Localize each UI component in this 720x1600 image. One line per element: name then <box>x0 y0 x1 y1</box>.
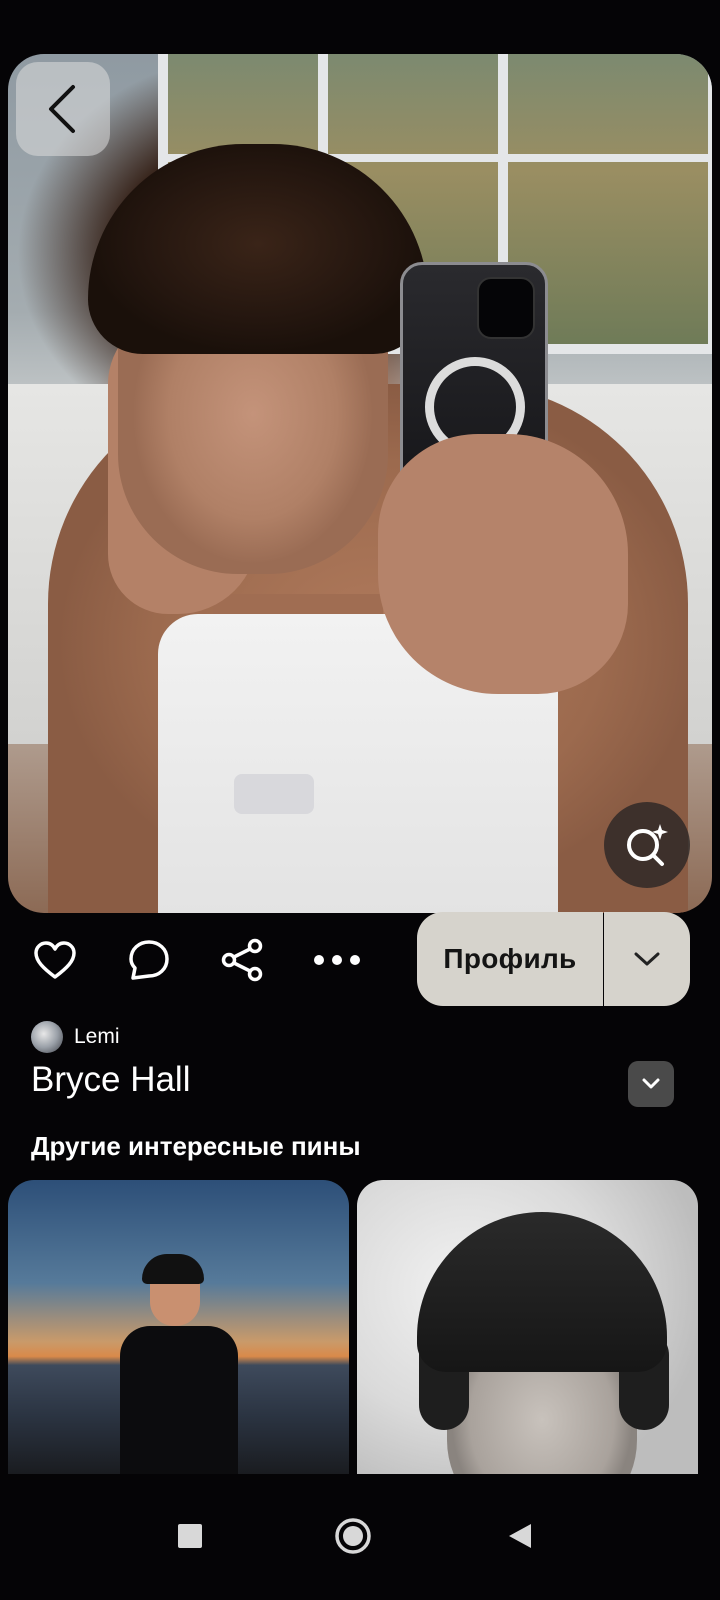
home-button[interactable] <box>327 1510 379 1562</box>
triangle-back-icon <box>509 1524 531 1548</box>
more-icon <box>314 955 360 965</box>
pin-title: Bryce Hall <box>31 1060 191 1099</box>
share-button[interactable] <box>217 934 269 986</box>
pin-actions: Профиль <box>0 912 720 1008</box>
heart-icon <box>34 941 76 979</box>
profile-dropdown-button[interactable] <box>604 912 690 1006</box>
back-nav-button[interactable] <box>494 1510 546 1562</box>
recents-button[interactable] <box>164 1510 216 1562</box>
square-icon <box>178 1524 202 1548</box>
pin-detail-screen: Профиль Lemi Bryce Hall Другие интересны… <box>0 0 720 1600</box>
back-button[interactable] <box>16 62 110 156</box>
author-name[interactable]: Lemi <box>74 1025 120 1049</box>
related-pins-heading: Другие интересные пины <box>31 1131 361 1161</box>
visual-search-button[interactable] <box>604 802 690 888</box>
comment-button[interactable] <box>123 934 175 986</box>
pin-image[interactable] <box>8 54 712 913</box>
chevron-down-icon <box>634 952 660 966</box>
related-pin[interactable] <box>8 1180 349 1474</box>
chevron-left-icon <box>49 85 75 133</box>
avatar[interactable] <box>31 1021 63 1053</box>
chevron-down-icon <box>642 1078 660 1089</box>
comment-icon <box>129 940 169 980</box>
visual-search-icon <box>627 824 668 866</box>
profile-button[interactable]: Профиль <box>417 912 603 1006</box>
share-icon <box>221 938 263 982</box>
system-navigation-bar <box>0 1474 720 1600</box>
like-button[interactable] <box>29 934 81 986</box>
circle-icon <box>335 1518 371 1554</box>
more-button[interactable] <box>311 934 363 986</box>
related-pin[interactable] <box>357 1180 698 1474</box>
title-expand-button[interactable] <box>628 1061 674 1107</box>
pin-author[interactable]: Lemi <box>31 1020 120 1054</box>
